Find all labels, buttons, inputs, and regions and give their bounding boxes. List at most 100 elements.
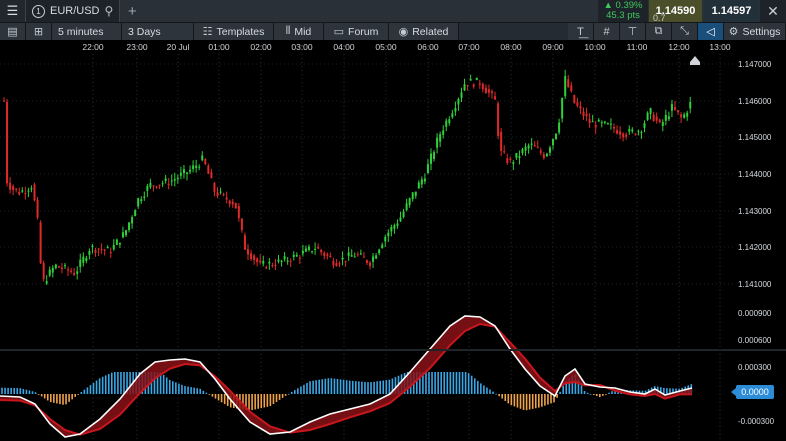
candle-body — [85, 257, 88, 261]
histogram-bar — [434, 372, 436, 394]
histogram-bar — [538, 394, 540, 408]
time-axis-label: 23:00 — [126, 42, 148, 52]
macd-current-value: 0.0000 — [736, 385, 774, 399]
candle-body — [625, 134, 628, 137]
candle-body — [542, 154, 545, 159]
histogram-bar — [449, 372, 452, 394]
instrument-tab[interactable]: 1 EUR/USD ⚲ — [26, 0, 121, 22]
forum-button[interactable]: ▭ Forum — [324, 22, 389, 41]
layout-grid-icon[interactable]: ⊞ — [26, 22, 52, 41]
candle-body — [475, 77, 478, 81]
candle-body — [530, 143, 533, 145]
time-axis-label: 06:00 — [417, 42, 439, 52]
histogram-bar — [480, 383, 482, 394]
histogram-bar — [205, 392, 208, 394]
histogram-bar — [107, 374, 110, 394]
chat-icon: ▭ — [333, 26, 345, 38]
histogram-bar — [214, 394, 217, 399]
candle-body — [308, 246, 310, 250]
histogram-bar — [37, 394, 40, 395]
candle-body — [73, 272, 76, 276]
time-axis-label: 22:00 — [82, 42, 104, 52]
fibonacci-tool-icon[interactable]: ⊤ — [620, 22, 646, 41]
interval-select[interactable]: 5 minutes — [52, 22, 122, 41]
macd-histogram — [1, 372, 693, 411]
candle-body — [356, 254, 359, 256]
candle-body — [112, 244, 115, 250]
histogram-bar — [458, 372, 461, 394]
candle-body — [97, 248, 100, 250]
close-icon[interactable]: ✕ — [760, 0, 786, 22]
add-tab-icon[interactable]: + — [120, 3, 144, 20]
histogram-bar — [525, 394, 528, 411]
price-chart[interactable]: 1.147000 1.146000 1.145000 1.144000 1.143000… — [0, 54, 786, 441]
histogram-bar — [193, 387, 195, 394]
candle-body — [369, 262, 371, 267]
copy-icon[interactable]: ⧉ — [646, 22, 672, 41]
price-axis-label: 1.141000 — [738, 280, 772, 289]
candle-body — [463, 84, 466, 91]
histogram-bar — [272, 394, 275, 404]
candle-body — [619, 131, 622, 135]
candle-body — [378, 249, 381, 254]
hash-tool-icon[interactable]: # — [594, 22, 620, 41]
candle-body — [259, 260, 262, 263]
histogram-bar — [111, 372, 113, 394]
candle-body — [94, 250, 97, 253]
candle-body — [88, 250, 91, 255]
histogram-bar — [19, 388, 22, 394]
candle-body — [216, 192, 219, 197]
candle-body — [353, 256, 356, 258]
macd-axis-label: 0.000300 — [738, 363, 772, 372]
histogram-bar — [187, 386, 189, 394]
candle-body — [521, 149, 524, 154]
candle-body — [173, 179, 176, 181]
chart-list-icon[interactable]: ▤ — [0, 22, 26, 41]
mid-button[interactable]: ⫴ Mid — [274, 22, 324, 41]
buy-price-button[interactable]: 1.14597 — [704, 0, 759, 22]
candle-body — [399, 217, 402, 222]
histogram-bar — [440, 372, 442, 394]
settings-label: Settings — [742, 25, 781, 38]
candle-body — [317, 246, 320, 249]
candle-body — [176, 177, 179, 180]
search-icon[interactable]: ⚲ — [105, 4, 114, 18]
candle-body — [481, 84, 484, 90]
pane-divider[interactable] — [0, 349, 786, 351]
histogram-bar — [470, 375, 473, 394]
candle-body — [125, 230, 127, 236]
candle-body — [64, 265, 66, 267]
histogram-bar — [541, 394, 543, 407]
histogram-bar — [455, 372, 458, 394]
histogram-bar — [25, 389, 28, 394]
templates-button[interactable]: ☷ Templates — [194, 22, 274, 41]
range-select[interactable]: 3 Days — [122, 22, 194, 41]
crosshair-icon[interactable]: ⤡ — [672, 22, 698, 41]
hamburger-menu-icon[interactable]: ☰ — [0, 0, 26, 22]
candle-body — [613, 126, 615, 129]
histogram-bar — [7, 387, 9, 394]
candle-body — [70, 270, 73, 273]
histogram-bar — [22, 388, 25, 394]
histogram-bar — [77, 394, 80, 395]
candle-body — [161, 183, 164, 185]
histogram-bar — [208, 394, 211, 395]
ask-price: 1.14597 — [711, 5, 752, 17]
histogram-bar — [580, 385, 583, 394]
histogram-bar — [519, 394, 522, 409]
settings-button[interactable]: ⚙ Settings — [724, 22, 786, 41]
candle-body — [51, 267, 54, 273]
text-tool-icon[interactable]: T͟ — [568, 22, 594, 41]
histogram-bar — [10, 387, 12, 394]
candle-body — [240, 218, 243, 231]
histogram-bar — [602, 394, 604, 396]
candle-body — [439, 134, 442, 142]
histogram-bar — [437, 372, 439, 394]
candle-body — [128, 222, 131, 231]
related-button[interactable]: ◉ Related — [389, 22, 459, 41]
histogram-bar — [269, 394, 272, 406]
candle-body — [567, 79, 570, 87]
histogram-bar — [483, 385, 485, 394]
candle-body — [515, 153, 518, 158]
eraser-icon[interactable]: ◁ — [698, 22, 724, 41]
